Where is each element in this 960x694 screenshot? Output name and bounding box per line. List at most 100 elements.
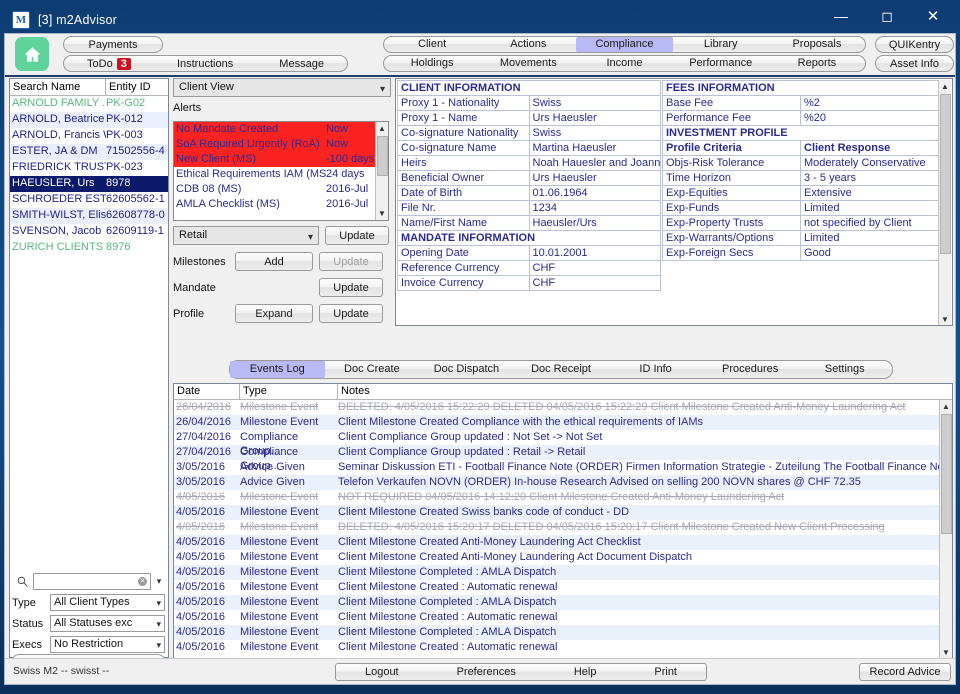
table-row[interactable]: Co-signature Nationality Swiss <box>397 125 661 141</box>
alert-item[interactable]: CDB 08 (MS) 2016-Jul <box>174 182 388 197</box>
event-row[interactable]: 27/04/2016 Compliance Group... Client Comp… <box>174 445 952 472</box>
print-button[interactable]: Print <box>654 666 677 678</box>
scroll-down-icon[interactable]: ▼ <box>939 313 951 325</box>
alert-item[interactable]: SoA Required Urgently (RoA) Now <box>174 137 388 152</box>
event-row[interactable]: 4/05/2016 Milestone Event Client Milestone… <box>174 640 952 655</box>
alert-item[interactable]: AMLA Checklist (MS) 2016-Jul <box>174 197 388 212</box>
help-button[interactable]: Help <box>574 666 597 678</box>
filter-execs-select[interactable]: No Restriction ▾ <box>50 636 165 653</box>
filter-type-select[interactable]: All Client Types ▾ <box>50 594 165 611</box>
event-row[interactable]: 27/04/2016 Compliance Group... Client Comp… <box>174 430 952 457</box>
tab-events-log[interactable]: Events Log <box>230 361 325 378</box>
tab-doc-receipt[interactable]: Doc Receipt <box>514 361 609 378</box>
instructions-button[interactable]: Instructions <box>177 58 233 70</box>
minimize-icon[interactable]: — <box>818 1 864 31</box>
event-row[interactable]: 4/05/2016 Milestone Event Client Milestone… <box>174 625 952 640</box>
scroll-down-icon[interactable]: ▼ <box>376 207 388 220</box>
tab-doc-dispatch[interactable]: Doc Dispatch <box>419 361 514 378</box>
clear-icon[interactable]: ✕ <box>138 576 147 586</box>
table-row[interactable]: Beneficial Owner Urs Haeusler <box>397 170 661 186</box>
nav-tab-reports[interactable]: Reports <box>769 56 865 71</box>
event-row[interactable]: 4/05/2016 Milestone Event Client Milestone… <box>174 580 952 595</box>
profile-update-button[interactable]: Update <box>319 304 383 323</box>
table-row[interactable]: Profile Criteria Client Response <box>662 140 939 156</box>
filter-status-select[interactable]: All Statuses exc ▾ <box>50 615 165 632</box>
compliance-group-select[interactable]: Retail ▾ <box>173 226 319 245</box>
maximize-icon[interactable]: ◻ <box>864 1 910 31</box>
table-row[interactable]: Base Fee %2 <box>662 95 939 111</box>
nav-tab-client[interactable]: Client <box>384 37 480 52</box>
search-input[interactable]: ✕ <box>33 572 151 590</box>
client-list-item[interactable]: SCHROEDER EST... 62605562-1 <box>10 192 168 208</box>
table-row[interactable]: Time Horizon 3 - 5 years <box>662 170 939 186</box>
quikentry-button[interactable]: QUIKentry <box>875 36 954 53</box>
compliance-group-update-button[interactable]: Update <box>325 226 389 245</box>
event-row[interactable]: 4/05/2016 Milestone Event Client Milestone… <box>174 565 952 580</box>
tab-doc-create[interactable]: Doc Create <box>325 361 420 378</box>
scrollbar-thumb[interactable] <box>377 136 388 176</box>
client-list-item[interactable]: FRIEDRICK TRUST PK-023 <box>10 160 168 176</box>
event-row[interactable]: 4/05/2016 Milestone Event DELETED: 4/05/20… <box>174 520 952 535</box>
table-row[interactable]: Exp-Property Trusts not specified by Clie… <box>662 215 939 231</box>
event-row[interactable]: 26/04/2016 Milestone Event DELETED: 4/05/2… <box>174 400 952 415</box>
milestones-add-button[interactable]: Add <box>235 252 313 271</box>
nav-tab-compliance[interactable]: Compliance <box>576 37 673 52</box>
nav-tab-movements[interactable]: Movements <box>480 56 576 71</box>
table-row[interactable]: Opening Date 10.01.2001 <box>397 245 661 261</box>
info-scrollbar[interactable]: ▲ ▼ <box>938 80 951 325</box>
client-list-item[interactable]: ARNOLD, Francis W PK-003 <box>10 128 168 144</box>
client-list-item[interactable]: ESTER, JA & DM 71502556-4 <box>10 144 168 160</box>
alert-item[interactable]: No Mandate Created Now <box>174 122 388 137</box>
table-row[interactable]: Co-signature Name Martina Haeusler <box>397 140 661 156</box>
table-row[interactable]: Performance Fee %20 <box>662 110 939 126</box>
table-row[interactable]: Name/First Name Haeusler/Urs <box>397 215 661 231</box>
mandate-update-button[interactable]: Update <box>319 278 383 297</box>
profile-expand-button[interactable]: Expand <box>235 304 313 323</box>
scrollbar-thumb[interactable] <box>940 94 951 254</box>
table-row[interactable]: Proxy 1 - Nationality Swiss <box>397 95 661 111</box>
close-icon[interactable]: ✕ <box>910 1 956 31</box>
home-icon[interactable] <box>15 37 49 71</box>
search-chevron-down-icon[interactable]: ▾ <box>151 576 167 587</box>
event-row[interactable]: 4/05/2016 Milestone Event Client Milestone… <box>174 505 952 520</box>
table-row[interactable]: Exp-Funds Limited <box>662 200 939 216</box>
message-button[interactable]: Message <box>279 58 324 70</box>
asset-info-button[interactable]: Asset Info <box>875 55 954 72</box>
table-row[interactable]: Reference Currency CHF <box>397 260 661 276</box>
table-row[interactable]: File Nr. 1234 <box>397 200 661 216</box>
client-list-item[interactable]: ARNOLD, Beatrice PK-012 <box>10 112 168 128</box>
table-row[interactable]: Heirs Noah Hauesler and Joann... <box>397 155 661 171</box>
scroll-up-icon[interactable]: ▲ <box>940 400 952 413</box>
events-scrollbar[interactable]: ▲ ▼ <box>939 400 952 658</box>
table-row[interactable]: Proxy 1 - Name Urs Haeusler <box>397 110 661 126</box>
event-row[interactable]: 4/05/2016 Milestone Event Client Milestone… <box>174 535 952 550</box>
client-view-select[interactable]: Client View ▾ <box>173 78 391 97</box>
event-row[interactable]: 4/05/2016 Milestone Event Client Milestone… <box>174 610 952 625</box>
payments-button[interactable]: Payments <box>63 36 163 53</box>
tab-id-info[interactable]: ID Info <box>608 361 703 378</box>
table-row[interactable]: Exp-Warrants/Options Limited <box>662 230 939 246</box>
event-row[interactable]: 4/05/2016 Milestone Event Client Milestone… <box>174 550 952 565</box>
client-list-item[interactable]: ARNOLD FAMILY ... PK-G02 <box>10 96 168 112</box>
client-list-item[interactable]: SMITH-WILST, Elis... 62608778-0 <box>10 208 168 224</box>
nav-tab-holdings[interactable]: Holdings <box>384 56 480 71</box>
event-row[interactable]: 3/05/2016 Advice Given Telefon Verkaufen N… <box>174 475 952 490</box>
table-row[interactable]: Objs-Risk Tolerance Moderately Conservati… <box>662 155 939 171</box>
event-row[interactable]: 4/05/2016 Milestone Event Client Milestone… <box>174 595 952 610</box>
todo-button[interactable]: ToDo 3 <box>87 57 131 70</box>
scroll-up-icon[interactable]: ▲ <box>939 80 951 93</box>
client-list-item[interactable]: SVENSON, Jacob 62609119-1 <box>10 224 168 240</box>
nav-tab-income[interactable]: Income <box>576 56 672 71</box>
event-row[interactable]: 3/05/2016 Advice Given Seminar Diskussion … <box>174 460 952 475</box>
scroll-up-icon[interactable]: ▲ <box>376 122 388 135</box>
event-row[interactable]: 26/04/2016 Milestone Event Client Mileston… <box>174 415 952 430</box>
record-advice-button[interactable]: Record Advice <box>859 663 951 681</box>
nav-tab-performance[interactable]: Performance <box>673 56 769 71</box>
client-list-item[interactable]: ZURICH CLIENTS 8976 <box>10 240 168 256</box>
table-row[interactable]: Date of Birth 01.06.1964 <box>397 185 661 201</box>
table-row[interactable]: Exp-Foreign Secs Good <box>662 245 939 261</box>
preferences-button[interactable]: Preferences <box>457 666 516 678</box>
alert-item[interactable]: New Client (MS) -100 days <box>174 152 388 167</box>
tab-settings[interactable]: Settings <box>797 361 892 378</box>
logout-button[interactable]: Logout <box>365 666 399 678</box>
